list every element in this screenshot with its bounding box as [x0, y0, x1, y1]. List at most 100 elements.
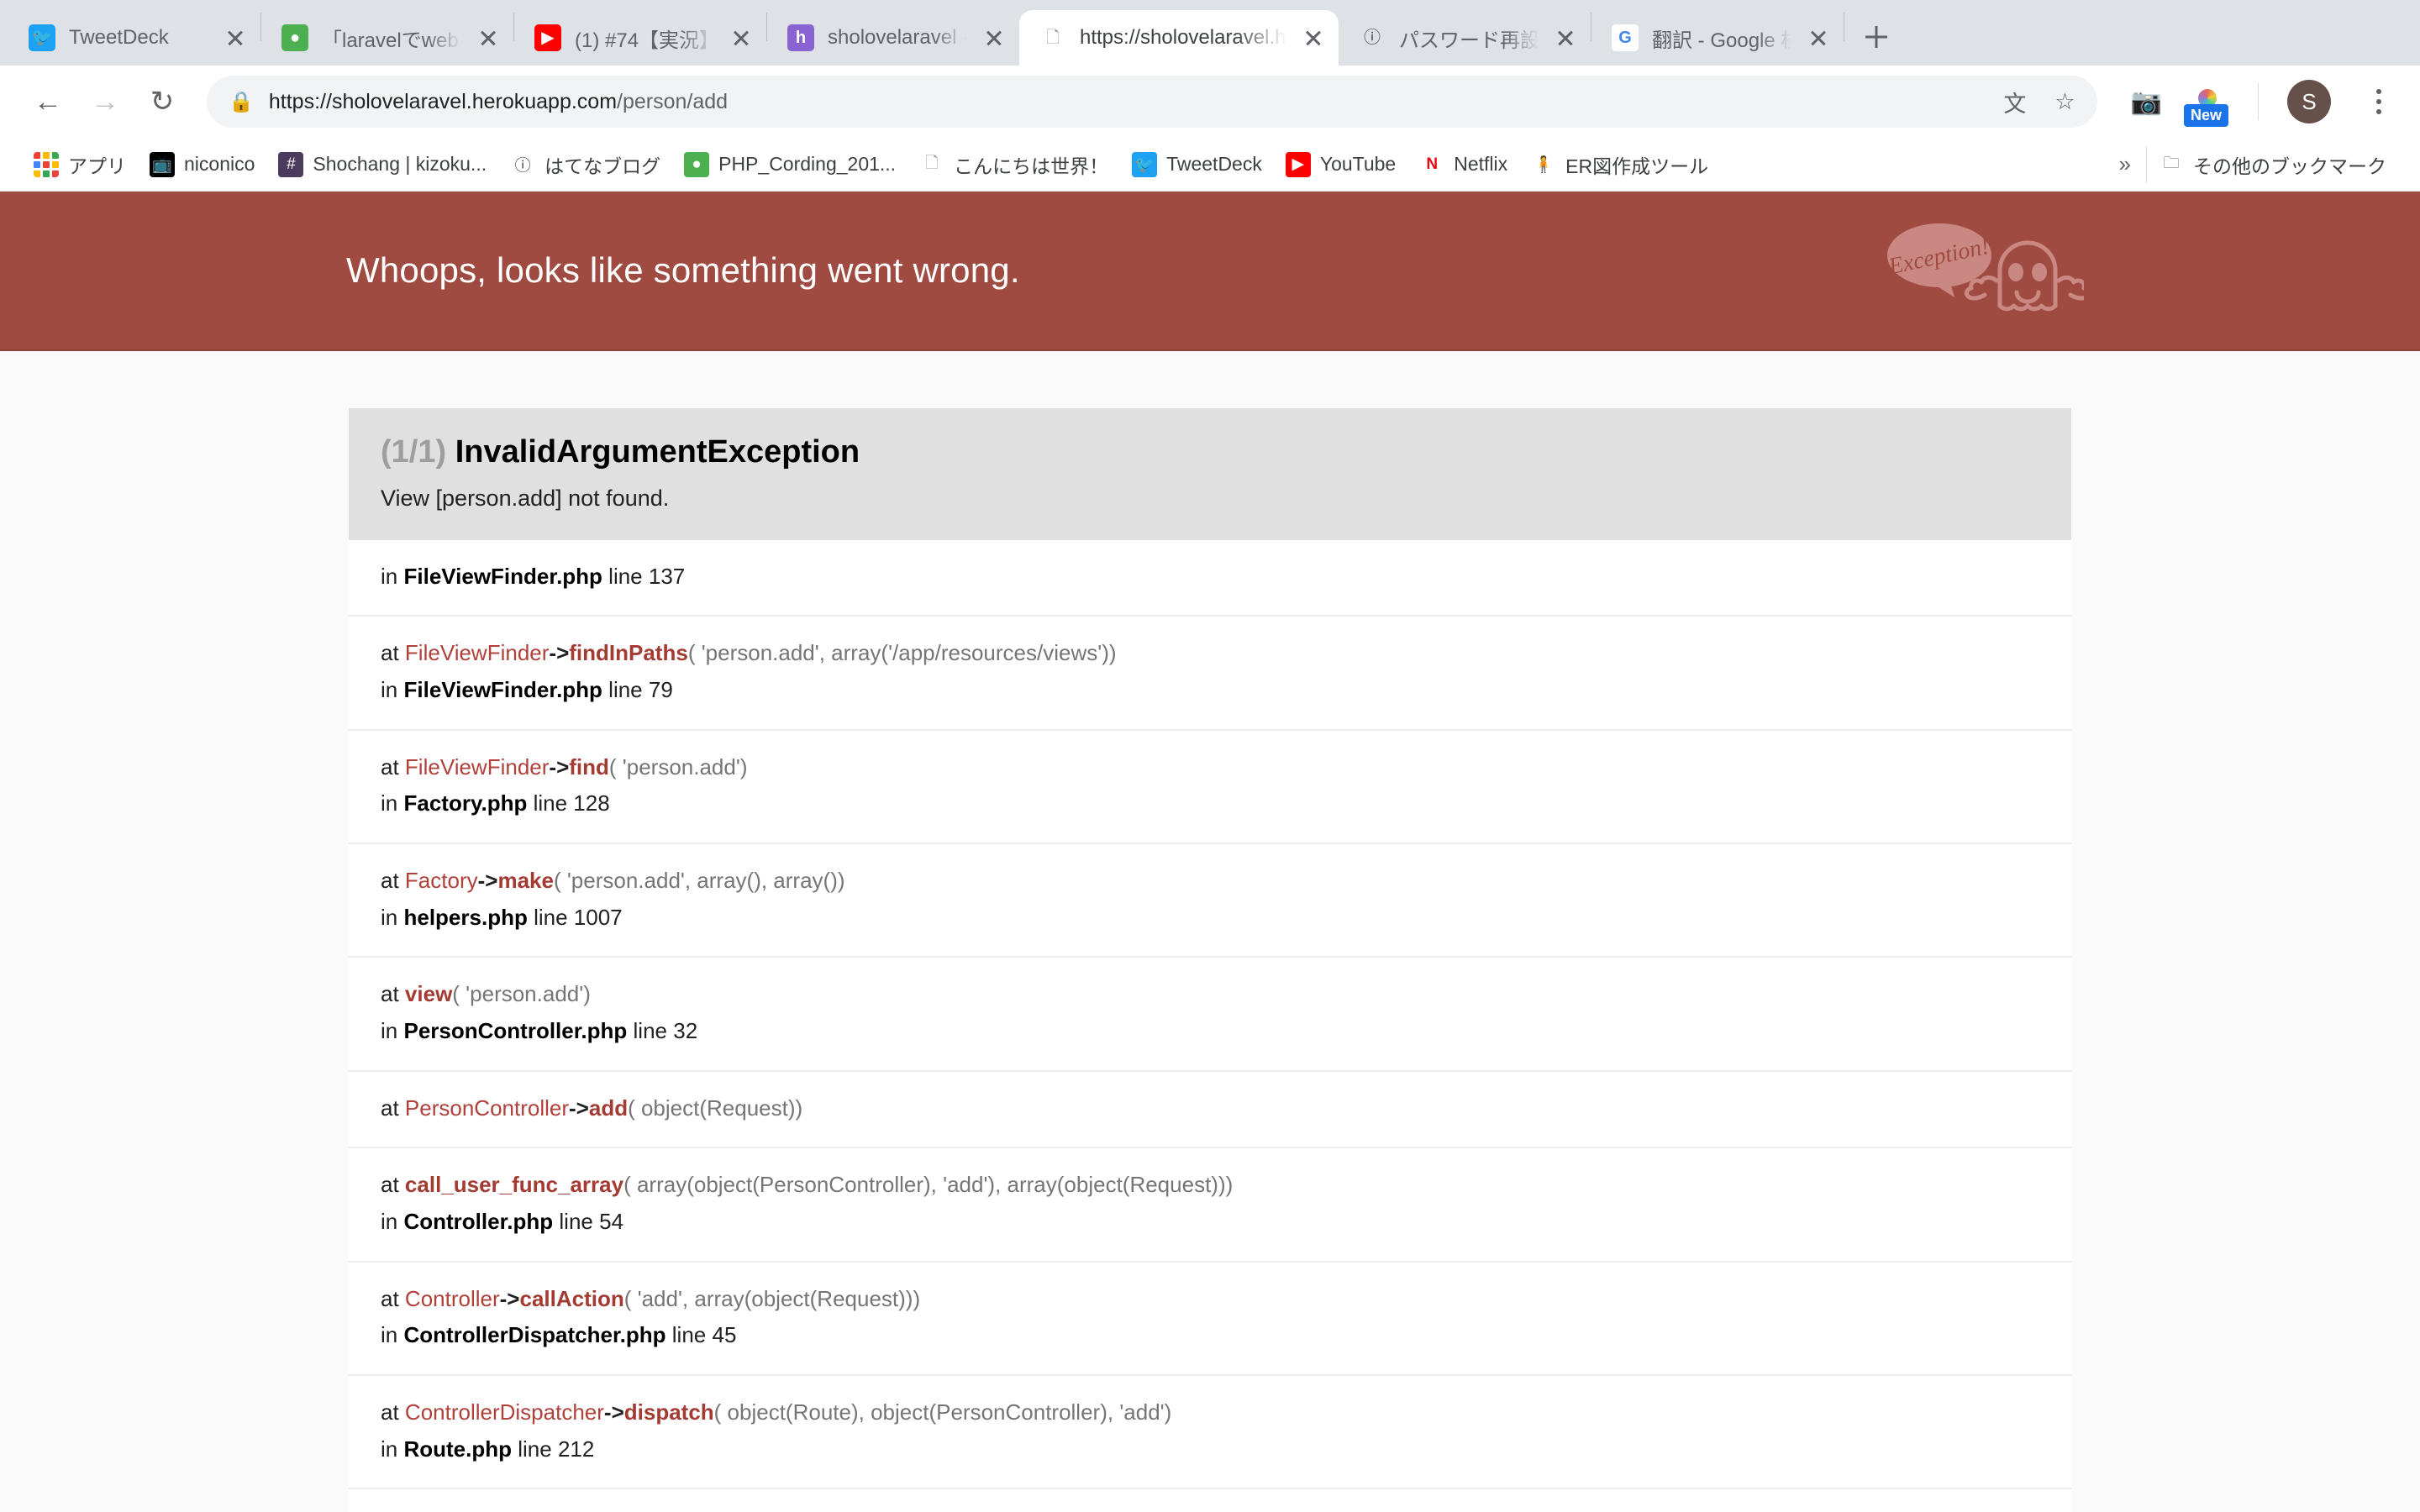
heroku-icon: h [787, 24, 814, 51]
tab-label: https://sholovelaravel.h [1080, 26, 1286, 49]
close-icon[interactable] [475, 24, 502, 51]
frame-args: ( 'person.add', array(), array()) [553, 867, 845, 893]
frame-args: ( 'person.add') [608, 753, 748, 780]
frame-line-label: line [633, 1017, 668, 1043]
other-bookmarks-folder[interactable]: 🗀 その他のブックマーク [2147, 144, 2398, 185]
bookmark-netflix[interactable]: N Netflix [1407, 146, 1519, 183]
frame-class[interactable]: Factory [405, 868, 478, 893]
bookmark-hatena-blog[interactable]: ⓘ はてなブログ [498, 144, 672, 185]
stack-frame[interactable]: at view( 'person.add') in PersonControll… [349, 958, 2071, 1072]
frame-call: at Controller->callAction( 'add', array(… [381, 1281, 2039, 1318]
bookmark-label: Netflix [1454, 153, 1508, 175]
stack-frame[interactable]: at ControllerDispatcher->dispatch( objec… [349, 1376, 2071, 1490]
tab-laravel-web-app[interactable]: ● 「laravelでwebアプリケ [261, 10, 513, 66]
folder-icon: 🗀 [2163, 154, 2180, 172]
stack-frame[interactable]: at FileViewFinder->findInPaths( 'person.… [349, 617, 2071, 731]
close-icon[interactable] [728, 24, 755, 51]
frame-class[interactable]: Controller [405, 1286, 500, 1311]
close-icon[interactable] [222, 24, 249, 51]
frame-file: Factory.php [403, 790, 528, 816]
stack-frame[interactable]: in FileViewFinder.php line 137 [349, 540, 2071, 617]
frame-function[interactable]: view [405, 981, 452, 1006]
frame-function[interactable]: callAction [519, 1286, 623, 1311]
bookmark-tweetdeck[interactable]: 🐦 TweetDeck [1120, 146, 1274, 183]
frame-class[interactable]: PersonController [405, 1095, 569, 1121]
bookmarks-overflow-icon[interactable]: » [2104, 151, 2146, 177]
bookmark-niconico[interactable]: 📺 niconico [138, 146, 266, 183]
frame-line-number: 212 [557, 1436, 595, 1462]
other-bookmarks-label: その他のブックマーク [2193, 155, 2386, 177]
back-icon[interactable]: ← [22, 76, 74, 128]
tab-google-translate-search[interactable]: G 翻訳 - Google 検索 [1591, 10, 1844, 66]
close-icon[interactable] [1805, 24, 1832, 51]
frame-call: at Factory->make( 'person.add', array(),… [381, 863, 2039, 900]
url-path: /person/add [617, 89, 729, 113]
tab-tweetdeck[interactable]: 🐦 TweetDeck [8, 10, 260, 66]
stack-frame[interactable]: at Factory->make( 'person.add', array(),… [349, 844, 2071, 958]
frame-args: ( 'person.add', array('/app/resources/vi… [687, 640, 1117, 666]
frame-call: at PersonController->add( object(Request… [381, 1090, 2039, 1127]
info-circle-icon: ⓘ [1364, 29, 1381, 47]
stack-frame[interactable]: at Route->runController( ) in Route.php … [349, 1489, 2071, 1512]
camera-lens-extension-icon[interactable]: New [2184, 82, 2229, 127]
frame-line-number: 128 [573, 790, 610, 816]
bookmark-shochang[interactable]: # Shochang | kizoku... [266, 146, 498, 183]
frame-file: Route.php [403, 1436, 513, 1462]
forward-icon[interactable]: → [79, 76, 131, 128]
address-bar[interactable]: 🔒 https://sholovelaravel.herokuapp.com/p… [207, 76, 2097, 128]
stack-frame[interactable]: at Controller->callAction( 'add', array(… [349, 1263, 2071, 1376]
tab-sholovelaravel-active[interactable]: 🗋 https://sholovelaravel.h [1019, 10, 1339, 66]
bookmark-konnichiwa-sekai[interactable]: 🗋 こんにちは世界！ [908, 144, 1120, 185]
tab-heroku-settings[interactable]: h sholovelaravel · Settings [767, 10, 1019, 66]
bookmark-label: はてなブログ [544, 155, 661, 177]
bookmark-er-diagram-tool[interactable]: 🧍 ER図作成ツール [1519, 144, 1720, 185]
frame-file: FileViewFinder.php [403, 563, 602, 589]
frame-arrow: -> [603, 1399, 624, 1425]
frame-class[interactable]: FileViewFinder [405, 754, 549, 780]
bookmark-apps[interactable]: アプリ [22, 144, 138, 185]
extension-new-badge: New [2184, 104, 2229, 127]
toolbar-divider [2258, 83, 2259, 120]
frame-function[interactable]: dispatch [624, 1399, 714, 1425]
tab-label: TweetDeck [69, 26, 169, 49]
frame-in-prefix: in [381, 790, 398, 816]
exception-mascot-icon: Exception! [1882, 215, 2084, 333]
bookmarks-bar: アプリ 📺 niconico # Shochang | kizoku... ⓘ … [0, 138, 2420, 192]
youtube-icon: ▶ [534, 24, 561, 51]
bookmark-label: PHP_Cording_201... [718, 153, 897, 175]
frame-line-number: 45 [712, 1322, 737, 1348]
frame-arrow: -> [569, 1095, 589, 1121]
frame-function[interactable]: make [497, 868, 554, 893]
camera-extension-icon[interactable]: 📷 [2131, 87, 2162, 117]
bookmark-star-icon[interactable]: ☆ [2054, 89, 2075, 115]
frame-function[interactable]: call_user_func_array [405, 1172, 623, 1197]
bookmark-label: ER図作成ツール [1565, 155, 1709, 177]
close-icon[interactable] [981, 24, 1007, 51]
chrome-menu-icon[interactable] [2360, 89, 2398, 114]
close-icon[interactable] [1552, 24, 1579, 51]
frame-function[interactable]: findInPaths [569, 640, 688, 665]
tab-password-reset[interactable]: ⓘ パスワード再設定 view [1339, 10, 1591, 66]
reload-icon[interactable]: ↻ [136, 76, 188, 128]
tab-youtube-video[interactable]: ▶ (1) #74【実況】ロマンシ [514, 10, 766, 66]
frame-at-prefix: at [381, 1095, 399, 1121]
frame-line-number: 137 [648, 563, 686, 589]
frame-line-label: line [559, 1208, 593, 1234]
green-circle-icon: ● [281, 24, 308, 51]
bookmark-label: Shochang | kizoku... [313, 153, 487, 175]
frame-function[interactable]: find [569, 754, 609, 780]
translate-icon[interactable]: 文 [2003, 86, 2026, 118]
frame-in-prefix: in [381, 563, 398, 589]
bookmark-php-cording[interactable]: ● PHP_Cording_201... [672, 146, 908, 183]
close-icon[interactable] [1300, 24, 1327, 51]
frame-class[interactable]: FileViewFinder [405, 640, 549, 665]
bookmark-youtube[interactable]: ▶ YouTube [1274, 146, 1407, 183]
stack-frame[interactable]: at call_user_func_array( array(object(Pe… [349, 1148, 2071, 1263]
stack-frame[interactable]: at PersonController->add( object(Request… [349, 1072, 2071, 1149]
frame-function[interactable]: add [589, 1095, 628, 1121]
frame-class[interactable]: ControllerDispatcher [405, 1399, 604, 1425]
new-tab-button[interactable] [1853, 13, 1900, 60]
avatar[interactable]: S [2287, 80, 2331, 123]
tab-label: (1) #74【実況】ロマンシ [575, 29, 714, 52]
stack-frame[interactable]: at FileViewFinder->find( 'person.add') i… [349, 731, 2071, 844]
